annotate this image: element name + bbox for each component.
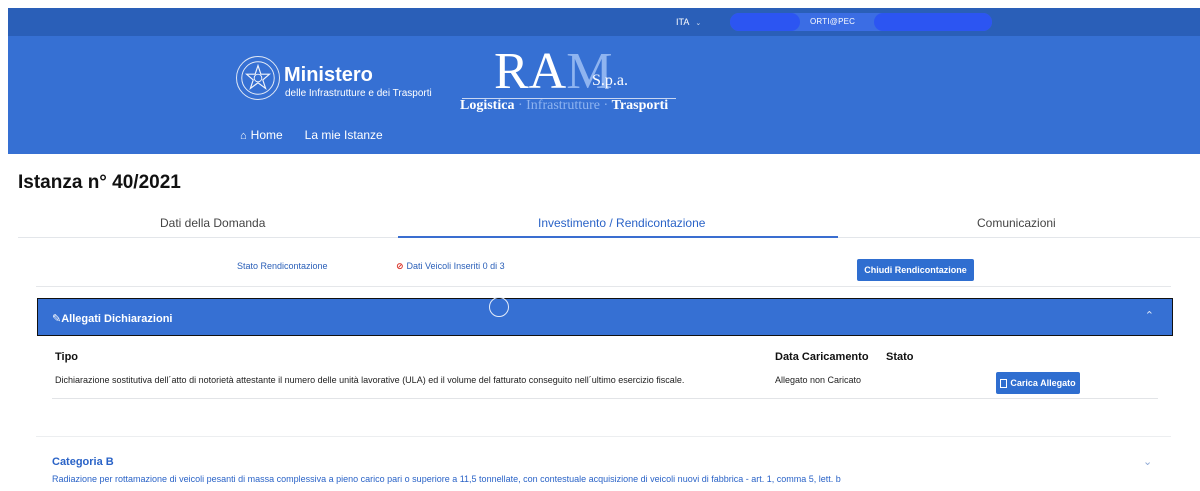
tag-trasporti: Trasporti xyxy=(611,98,669,113)
tag-infrastrutture: Infrastrutture xyxy=(526,98,600,113)
tab-bar: Dati della Domanda Investimento / Rendic… xyxy=(18,210,1200,238)
divider xyxy=(52,398,1158,399)
nav-my-instances[interactable]: La mie Istanze xyxy=(305,128,383,142)
site-header: Ministero delle Infrastrutture e dei Tra… xyxy=(8,36,1200,154)
tag-sep: · xyxy=(599,98,612,113)
ministry-title: Ministero xyxy=(284,64,373,86)
divider xyxy=(36,436,1171,437)
allegati-accordion-header[interactable]: ✎Allegati Dichiarazioni ⌃ xyxy=(37,298,1173,336)
error-circle-icon: ⊘ xyxy=(396,261,404,271)
allegato-tipo: Dichiarazione sostitutiva dell´atto di n… xyxy=(55,375,685,385)
categoria-title[interactable]: Categoria B xyxy=(52,456,114,468)
redacted-mask xyxy=(874,13,992,31)
chevron-down-icon[interactable]: ⌄ xyxy=(1143,455,1152,468)
upload-attachment-button[interactable]: Carica Allegato xyxy=(996,372,1080,394)
allegato-data: Allegato non Caricato xyxy=(775,375,862,385)
nav-home[interactable]: ⌂ Home xyxy=(240,128,283,142)
column-header-data: Data Caricamento xyxy=(775,351,869,363)
allegati-title: ✎Allegati Dichiarazioni xyxy=(52,312,172,325)
main-nav: ⌂ Home La mie Istanze xyxy=(240,128,383,142)
tab-comunicazioni[interactable]: Comunicazioni xyxy=(977,216,1056,230)
chevron-up-icon: ⌃ xyxy=(1144,310,1154,322)
status-value: ⊘ Dati Veicoli Inseriti 0 di 3 xyxy=(396,261,505,272)
ram-logo-spa: S.p.a. xyxy=(592,72,628,89)
tab-dati-domanda[interactable]: Dati della Domanda xyxy=(160,216,265,230)
language-label: ITA xyxy=(676,17,690,27)
home-icon: ⌂ xyxy=(240,130,247,142)
upload-attachment-label: Carica Allegato xyxy=(1010,378,1076,388)
column-header-tipo: Tipo xyxy=(55,351,79,363)
page-title: Istanza n° 40/2021 xyxy=(18,172,181,193)
ram-logo-tagline: Logistica · Infrastrutture · Trasporti xyxy=(460,98,668,114)
active-tab-indicator xyxy=(398,236,838,238)
status-label: Stato Rendicontazione xyxy=(237,261,328,271)
language-selector[interactable]: ITA ⌄ xyxy=(676,17,701,27)
loading-spinner-icon xyxy=(489,297,509,317)
tag-sep: · xyxy=(514,98,527,113)
user-email: ORTI@PEC xyxy=(810,17,856,26)
nav-home-label: Home xyxy=(250,128,283,142)
chevron-down-icon: ⌄ xyxy=(695,20,702,27)
italian-republic-emblem-icon xyxy=(236,56,280,100)
document-icon xyxy=(1000,378,1008,388)
ministry-subtitle: delle Infrastrutture e dei Trasporti xyxy=(285,88,432,99)
column-header-stato: Stato xyxy=(886,351,914,363)
top-utility-bar: ITA ⌄ ORTI@PEC xyxy=(8,8,1200,36)
tab-investimento[interactable]: Investimento / Rendicontazione xyxy=(538,216,705,230)
user-menu[interactable]: ORTI@PEC xyxy=(730,13,992,31)
paperclip-icon: ✎ xyxy=(52,313,62,325)
redacted-mask xyxy=(730,13,800,31)
ram-logo-text: RA xyxy=(494,43,567,100)
close-reporting-button[interactable]: Chiudi Rendicontazione xyxy=(857,259,974,281)
status-value-text: Dati Veicoli Inseriti 0 di 3 xyxy=(406,261,505,271)
categoria-description: Radiazione per rottamazione di veicoli p… xyxy=(52,474,841,484)
tag-logistica: Logistica xyxy=(460,98,515,113)
divider xyxy=(36,286,1171,287)
allegati-title-text: Allegati Dichiarazioni xyxy=(61,313,173,325)
